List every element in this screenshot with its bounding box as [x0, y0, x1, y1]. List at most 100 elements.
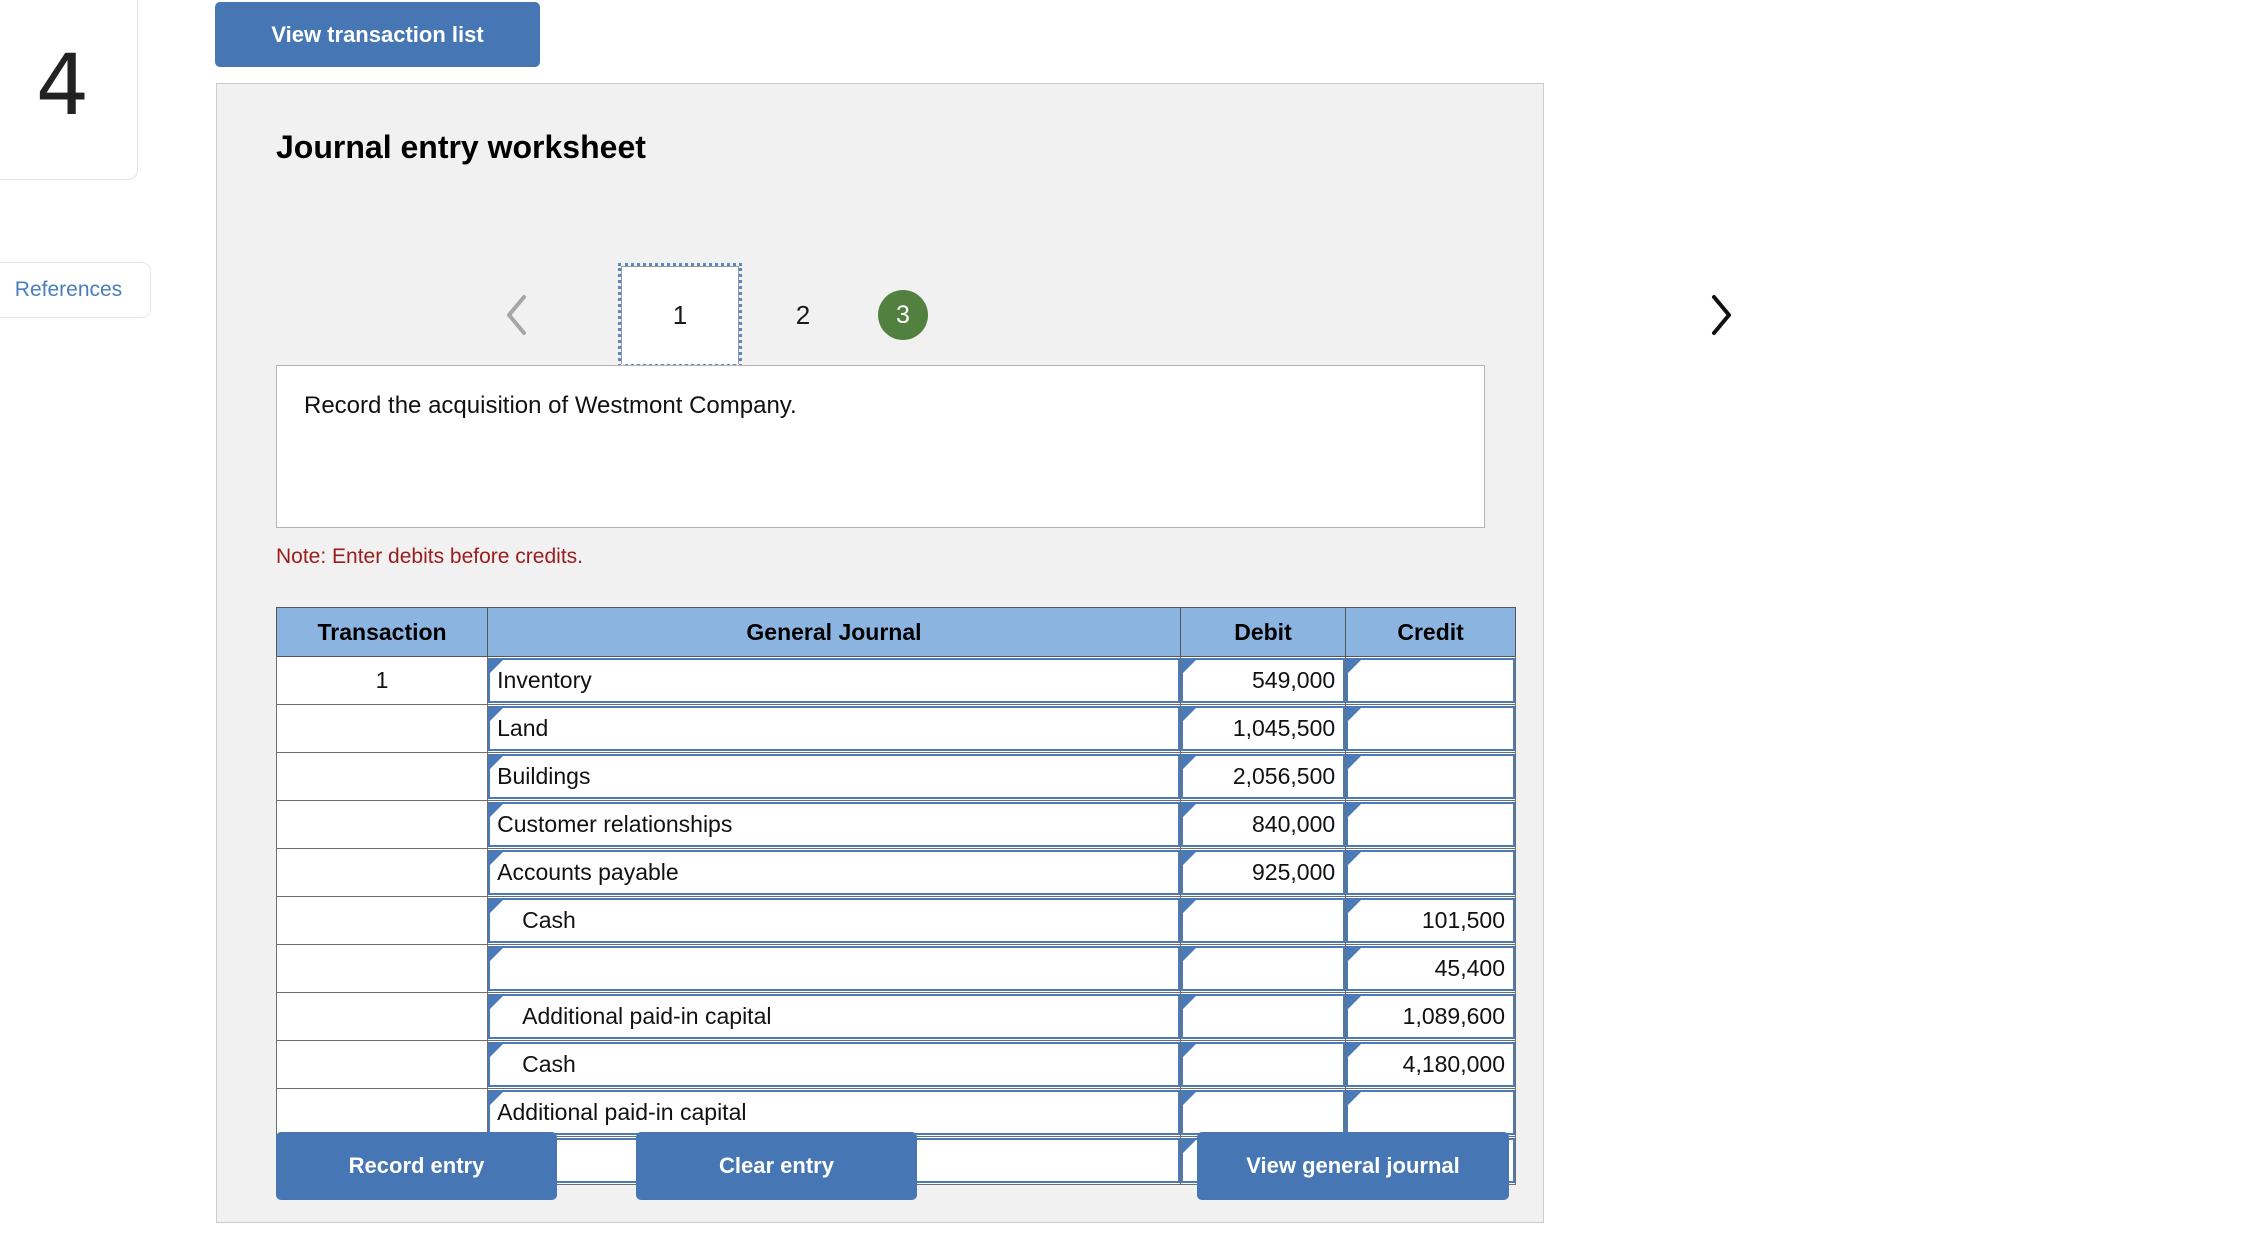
- account-select[interactable]: Cash: [488, 1042, 1180, 1087]
- account-select[interactable]: Inventory: [488, 658, 1180, 703]
- pager-tab-3-badge: 3: [878, 290, 928, 340]
- debit-input[interactable]: 1,045,500: [1180, 706, 1346, 751]
- debit-input[interactable]: 925,000: [1180, 850, 1346, 895]
- pager-tab-3[interactable]: 3: [867, 266, 939, 364]
- credit-input[interactable]: 4,180,000: [1346, 1042, 1515, 1087]
- pager-tab-1[interactable]: 1: [618, 263, 742, 367]
- cell-debit: [1179, 896, 1347, 945]
- table-body: 1 Inventory 549,000 Land 1,045,500 Buildings 2…: [275, 656, 1516, 1185]
- debit-value: 549,000: [1252, 667, 1336, 693]
- account-select-value: Cash: [522, 1051, 576, 1077]
- dropdown-marker-icon: [490, 900, 504, 913]
- cell-credit: 1,089,600: [1345, 992, 1516, 1041]
- credit-input[interactable]: [1346, 754, 1515, 799]
- account-select[interactable]: Additional paid-in capital: [488, 1090, 1180, 1135]
- references-button[interactable]: References: [0, 262, 151, 318]
- dropdown-marker-icon: [490, 1092, 504, 1105]
- dropdown-marker-icon: [1348, 708, 1362, 721]
- cell-credit: 101,500: [1345, 896, 1516, 945]
- clear-entry-button[interactable]: Clear entry: [636, 1132, 917, 1200]
- account-select-value: Additional paid-in capital: [497, 1099, 747, 1125]
- table-row: Additional paid-in capital 1,089,600: [275, 992, 1516, 1041]
- credit-input[interactable]: [1346, 802, 1515, 847]
- dropdown-marker-icon: [1182, 708, 1196, 721]
- account-select-value: Accounts payable: [497, 859, 679, 885]
- worksheet-action-buttons: Record entry Clear entry View general jo…: [276, 1132, 1509, 1204]
- column-header-general-journal: General Journal: [487, 607, 1181, 657]
- debit-input[interactable]: [1180, 946, 1346, 991]
- account-select-value: Inventory: [497, 667, 592, 693]
- credit-input[interactable]: [1346, 1090, 1515, 1135]
- pager-tab-1-label: 1: [672, 300, 688, 330]
- table-row: Additional paid-in capital: [275, 1088, 1516, 1137]
- pager-tab-2[interactable]: 2: [767, 266, 839, 364]
- account-select[interactable]: Additional paid-in capital: [488, 994, 1180, 1039]
- debit-input[interactable]: 2,056,500: [1180, 754, 1346, 799]
- cell-transaction: [275, 800, 489, 849]
- cell-general-journal: Land: [487, 704, 1181, 753]
- debit-input[interactable]: [1180, 898, 1346, 943]
- debit-input[interactable]: [1180, 1090, 1346, 1135]
- dropdown-marker-icon: [1348, 852, 1362, 865]
- dropdown-marker-icon: [1348, 996, 1362, 1009]
- credit-input[interactable]: 101,500: [1346, 898, 1515, 943]
- table-row: Accounts payable 925,000: [275, 848, 1516, 897]
- account-select[interactable]: [488, 946, 1180, 991]
- credit-input[interactable]: 1,089,600: [1346, 994, 1515, 1039]
- cell-transaction: [275, 752, 489, 801]
- cell-debit: 1,045,500: [1179, 704, 1347, 753]
- account-select[interactable]: Buildings: [488, 754, 1180, 799]
- credit-input[interactable]: [1346, 850, 1515, 895]
- credit-input[interactable]: [1346, 706, 1515, 751]
- debit-input[interactable]: [1180, 994, 1346, 1039]
- pager-prev-button[interactable]: [489, 266, 545, 364]
- pager-next-button[interactable]: [1692, 266, 1748, 364]
- cell-debit: 549,000: [1179, 656, 1347, 705]
- debit-input[interactable]: 549,000: [1180, 658, 1346, 703]
- credit-input[interactable]: [1346, 658, 1515, 703]
- dropdown-marker-icon: [1348, 900, 1362, 913]
- account-select-value: Additional paid-in capital: [522, 1003, 772, 1029]
- credit-input[interactable]: 45,400: [1346, 946, 1515, 991]
- dropdown-marker-icon: [490, 756, 504, 769]
- chevron-right-icon: [1707, 293, 1733, 337]
- account-select[interactable]: Land: [488, 706, 1180, 751]
- transaction-description-panel: Record the acquisition of Westmont Compa…: [276, 365, 1485, 528]
- account-select[interactable]: Accounts payable: [488, 850, 1180, 895]
- account-select[interactable]: Customer relationships: [488, 802, 1180, 847]
- debit-value: 925,000: [1252, 859, 1336, 885]
- credit-value: 4,180,000: [1402, 1051, 1505, 1077]
- cell-debit: 840,000: [1179, 800, 1347, 849]
- cell-transaction: [275, 944, 489, 993]
- table-row: Buildings 2,056,500: [275, 752, 1516, 801]
- column-header-credit: Credit: [1345, 607, 1516, 657]
- cell-general-journal: Accounts payable: [487, 848, 1181, 897]
- cell-debit: [1179, 992, 1347, 1041]
- question-number-card: 4: [0, 0, 138, 180]
- credit-value: 1,089,600: [1402, 1003, 1505, 1029]
- dropdown-marker-icon: [1348, 1044, 1362, 1057]
- transaction-description-text: Record the acquisition of Westmont Compa…: [304, 392, 797, 419]
- column-header-debit: Debit: [1179, 607, 1347, 657]
- cell-general-journal: Customer relationships: [487, 800, 1181, 849]
- cell-debit: [1179, 1040, 1347, 1089]
- account-select-value: Cash: [522, 907, 576, 933]
- table-header-row: Transaction General Journal Debit Credit: [275, 607, 1516, 657]
- cell-credit: [1345, 1088, 1516, 1137]
- debit-input[interactable]: 840,000: [1180, 802, 1346, 847]
- view-transaction-list-button[interactable]: View transaction list: [215, 2, 540, 67]
- cell-general-journal: Additional paid-in capital: [487, 992, 1181, 1041]
- dropdown-marker-icon: [1182, 756, 1196, 769]
- record-entry-button[interactable]: Record entry: [276, 1132, 557, 1200]
- account-select-value: Land: [497, 715, 549, 741]
- cell-transaction: 1: [275, 656, 489, 705]
- cell-credit: [1345, 752, 1516, 801]
- dropdown-marker-icon: [1348, 660, 1362, 673]
- account-select[interactable]: Cash: [488, 898, 1180, 943]
- view-general-journal-button[interactable]: View general journal: [1197, 1132, 1509, 1200]
- debit-input[interactable]: [1180, 1042, 1346, 1087]
- dropdown-marker-icon: [1182, 996, 1196, 1009]
- cell-credit: [1345, 704, 1516, 753]
- table-row: Customer relationships 840,000: [275, 800, 1516, 849]
- cell-debit: 2,056,500: [1179, 752, 1347, 801]
